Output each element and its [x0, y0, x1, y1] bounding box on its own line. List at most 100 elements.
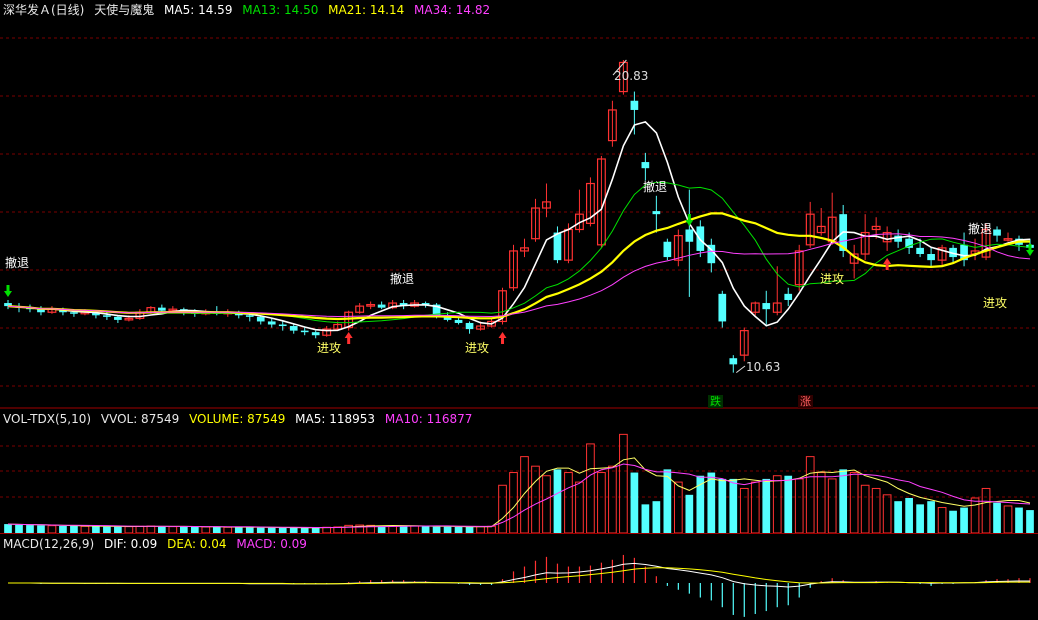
fall-badge: 跌 [708, 395, 723, 408]
volume-bar [520, 456, 529, 534]
volume-bar [476, 526, 485, 534]
ma13-line [7, 181, 1031, 324]
high-price-label: 20.83 [614, 69, 649, 83]
volume-bar [949, 510, 957, 533]
candle-body [630, 100, 639, 110]
retreat-label: 撤退 [390, 272, 415, 286]
volume-bar [827, 478, 837, 534]
vol-ma10-value: MA10: 116877 [384, 412, 473, 426]
volume-bar [26, 525, 34, 533]
volume-bar [750, 481, 760, 534]
macd-series [8, 554, 1031, 617]
volume-ma10-line [7, 463, 1031, 528]
volume-bar [784, 475, 793, 533]
volume-bar [410, 525, 419, 534]
volume-bars [4, 433, 1034, 534]
candle-body [454, 319, 463, 323]
candle-body [718, 293, 727, 322]
volume-bar [15, 524, 23, 533]
vol-indicator-name[interactable]: VOL-TDX(5,10) [3, 412, 91, 426]
volume-bar [937, 507, 947, 534]
volume-bar [124, 526, 134, 534]
attack-label: 进攻 [820, 272, 845, 286]
volume-bar [201, 526, 211, 534]
macd-header: MACD(12,26,9) DIF: 0.09 DEA: 0.04 MACD: … [3, 536, 313, 552]
retreat-label: 撤退 [643, 180, 668, 194]
volume-bar [882, 494, 892, 534]
attack-label: 进攻 [983, 296, 1008, 310]
volume-bar [805, 456, 815, 534]
main-header: 深华发Ａ(日线) 天使与魔鬼 MA5: 14.59 MA13: 14.50 MA… [3, 2, 496, 18]
candle-body [652, 211, 661, 215]
stock-title[interactable]: 深华发Ａ(日线) [3, 3, 84, 17]
ma21-value: MA21: 14.14 [328, 3, 405, 17]
candle-body [311, 332, 320, 336]
volume-bar [509, 472, 518, 534]
volume-bar [970, 497, 980, 534]
volume-bar [1015, 507, 1023, 533]
attack-arrow [344, 332, 353, 344]
candle-body [916, 247, 924, 255]
attack-arrow [498, 332, 507, 344]
volume-bar [772, 475, 782, 534]
volume-bar [168, 526, 178, 534]
candle-body [278, 324, 287, 327]
volume-bar [762, 478, 771, 533]
volume-bar [542, 475, 551, 534]
retreat-label: 撤退 [968, 222, 993, 236]
volume-bar [212, 526, 221, 533]
volume-bar [179, 526, 188, 533]
volume-bar [630, 472, 639, 533]
indicator-name[interactable]: 天使与魔鬼 [94, 3, 154, 17]
volume-value: VOLUME: 87549 [189, 412, 286, 426]
volume-bar [135, 525, 145, 534]
volume-bar [103, 526, 111, 533]
candle-body [553, 232, 562, 261]
volume-bar [114, 526, 122, 533]
volume-bar [388, 525, 397, 534]
volume-bar [707, 472, 716, 533]
volume-bar [245, 527, 254, 533]
volume-bar [70, 526, 78, 533]
candle-body [300, 330, 309, 333]
volume-bar [981, 487, 991, 534]
chart-canvas[interactable] [0, 0, 1038, 620]
candle-body [70, 312, 78, 314]
candle-body [465, 322, 474, 330]
volume-bar [794, 478, 804, 534]
macd-indicator-name[interactable]: MACD(12,26,9) [3, 537, 94, 551]
volume-bar [597, 472, 606, 534]
volume-bar [729, 478, 738, 533]
volume-bar [927, 501, 935, 533]
volume-bar [443, 526, 452, 533]
dif-value: DIF: 0.09 [103, 537, 158, 551]
volume-bar [652, 501, 661, 533]
volume-bar [916, 504, 924, 533]
signal-arrows [4, 59, 1034, 374]
volume-bar [1003, 505, 1013, 534]
attack-label: 进攻 [465, 341, 490, 355]
volume-bar [894, 501, 902, 533]
low-price-label: 10.63 [746, 360, 781, 374]
volume-bar [223, 526, 233, 534]
candle-body [377, 304, 386, 308]
volume-bar [1026, 510, 1034, 533]
volume-bar [739, 487, 749, 534]
volume-bar [190, 526, 199, 533]
volume-bar [59, 526, 67, 533]
ma34-value: MA34: 14.82 [414, 3, 491, 17]
volume-bar [905, 498, 913, 533]
candle-body [641, 162, 650, 169]
volume-bar [432, 526, 441, 533]
grid-lines [0, 37, 1038, 498]
volume-header: VOL-TDX(5,10) VVOL: 87549 VOLUME: 87549 … [3, 411, 478, 427]
volume-bar [278, 527, 287, 533]
volume-bar [399, 526, 408, 533]
candle-body [289, 326, 298, 331]
ma5-value: MA5: 14.59 [164, 3, 233, 17]
retreat-arrow [4, 285, 12, 297]
volume-bar [993, 502, 1001, 533]
candle-body [158, 307, 166, 311]
retreat-label: 撤退 [5, 256, 30, 270]
volume-bar [673, 481, 683, 534]
